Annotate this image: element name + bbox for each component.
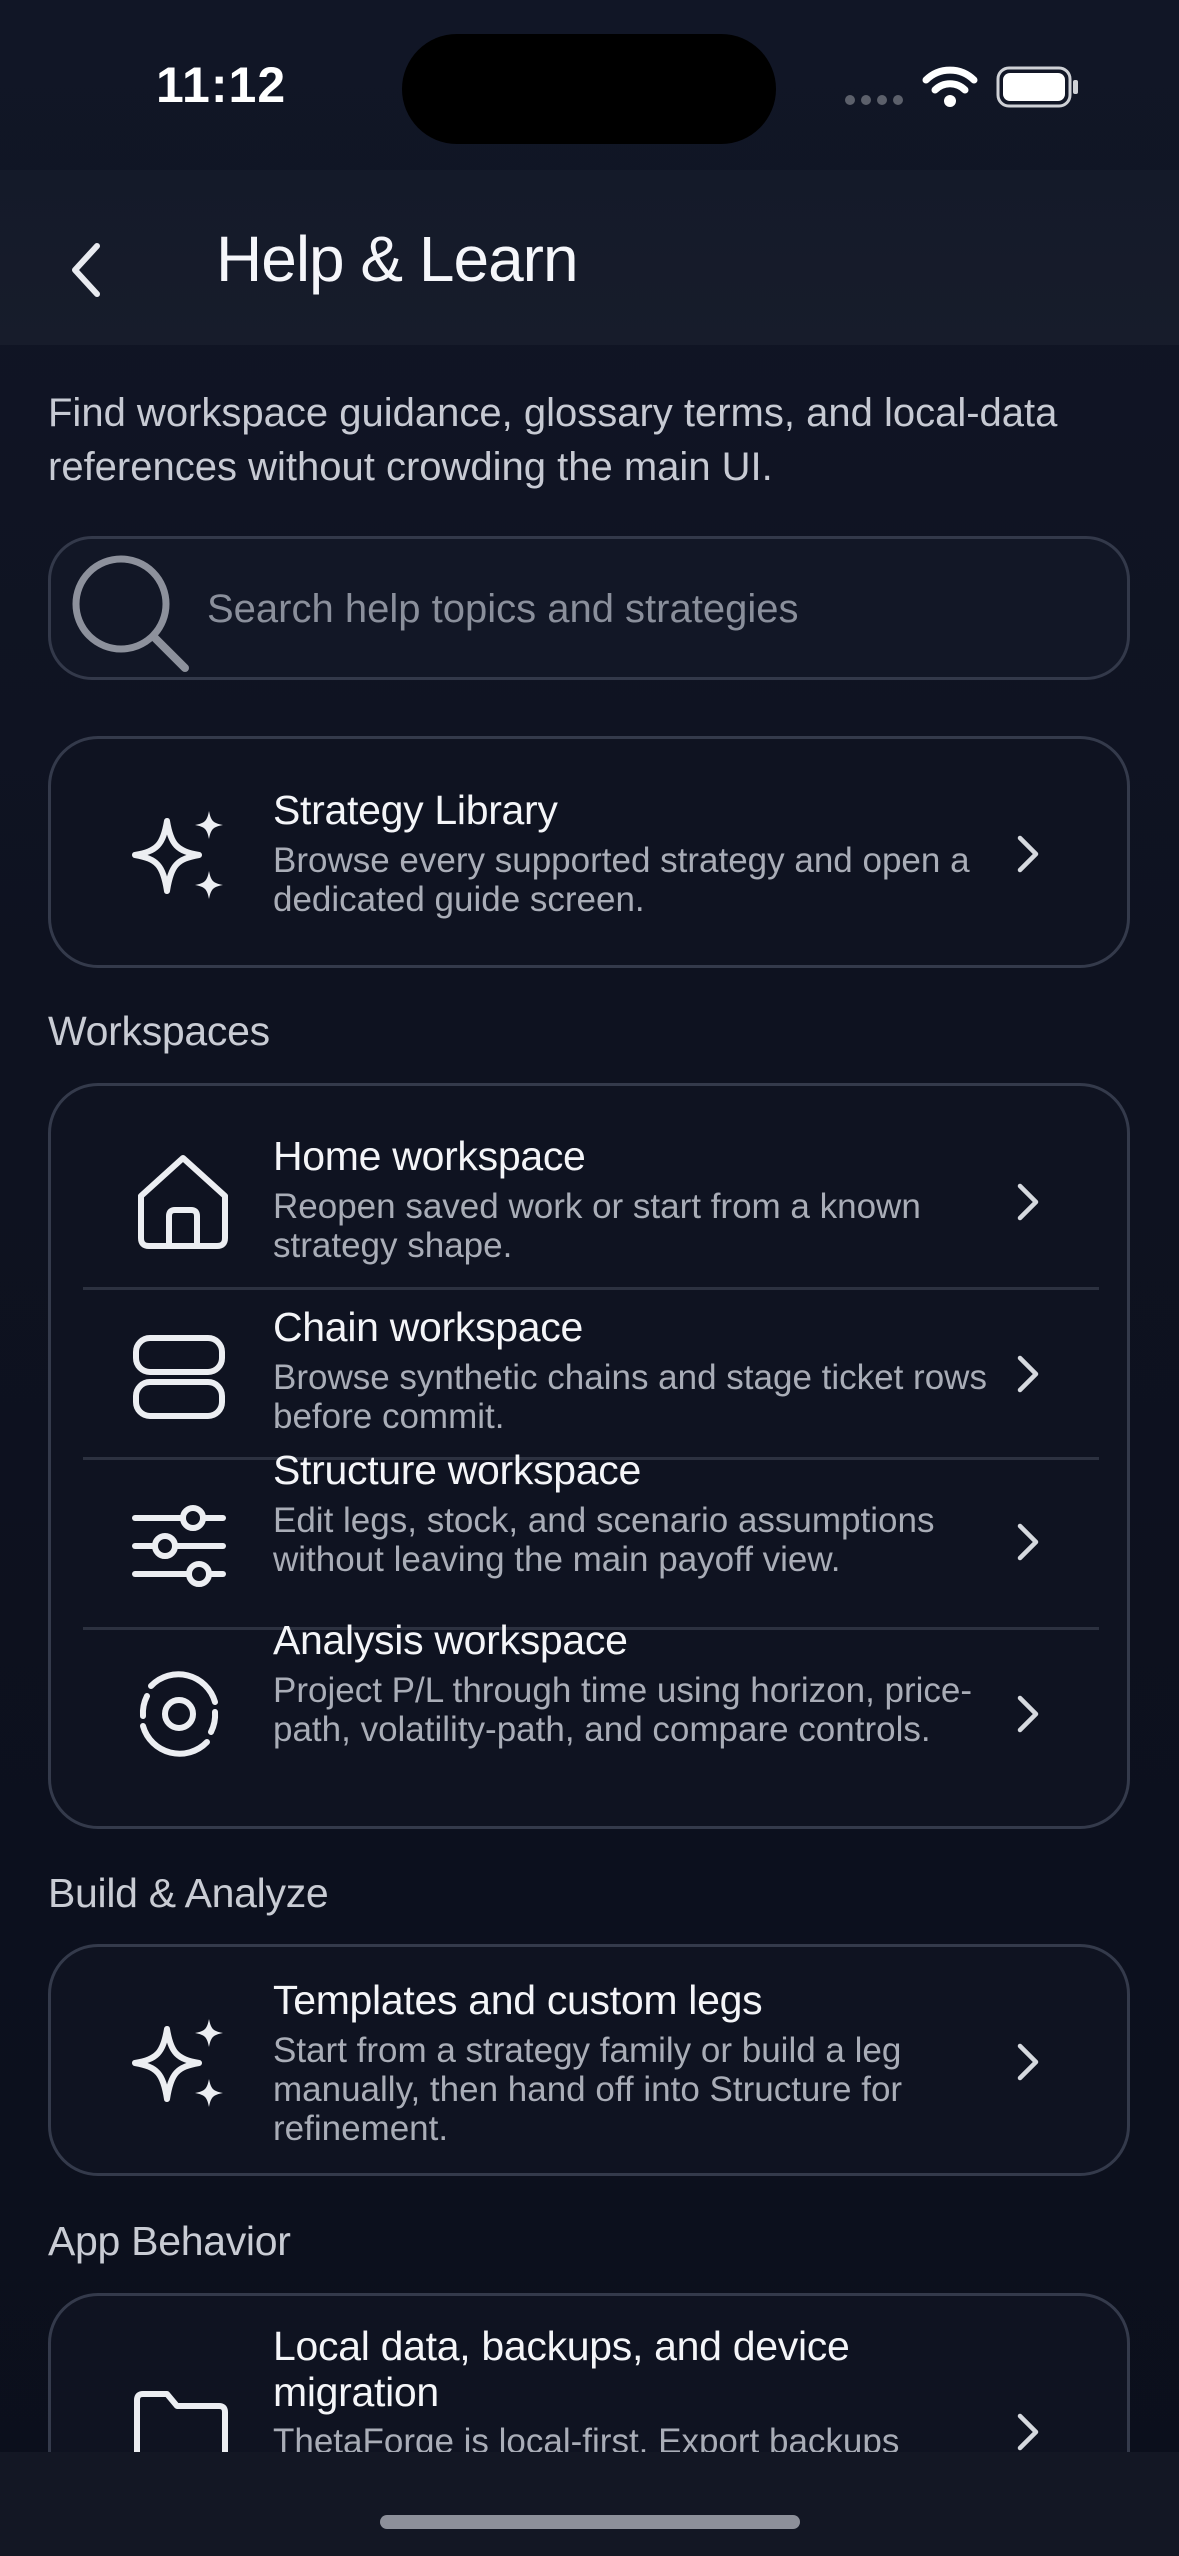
sparkles-icon [132, 2019, 223, 2107]
sparkles-icon [132, 811, 223, 899]
section-label-workspaces: Workspaces [48, 1008, 270, 1054]
sliders-icon [132, 1505, 226, 1587]
orbit-icon [139, 1671, 219, 1757]
chevron-right-icon [1017, 835, 1039, 873]
cellular-signal-icon [845, 95, 903, 105]
list-item-chain-workspace[interactable]: Chain workspace Browse synthetic chains … [51, 1290, 1127, 1457]
wifi-icon [922, 66, 978, 107]
structure-workspace-title: Structure workspace [273, 1447, 642, 1493]
page-title: Help & Learn [216, 223, 579, 295]
chevron-right-icon [1017, 2413, 1039, 2451]
local-data-title: Local data, backups, and device migratio… [273, 2323, 850, 2415]
status-time: 11:12 [156, 57, 287, 113]
analysis-workspace-title: Analysis workspace [273, 1617, 628, 1663]
section-label-app-behavior: App Behavior [48, 2218, 291, 2264]
chevron-right-icon [1017, 1523, 1039, 1561]
home-icon [138, 1155, 228, 1249]
templates-desc: Start from a strategy family or build a … [273, 2031, 903, 2148]
strategy-library-desc: Browse every supported strategy and open… [273, 841, 970, 919]
home-workspace-desc: Reopen saved work or start from a known … [273, 1187, 921, 1265]
chain-workspace-title: Chain workspace [273, 1304, 583, 1350]
section-label-build-analyze: Build & Analyze [48, 1870, 329, 1916]
chevron-right-icon [1017, 1183, 1039, 1221]
chevron-right-icon [1017, 1355, 1039, 1393]
list-item-home-workspace[interactable]: Home workspace Reopen saved work or star… [51, 1086, 1127, 1287]
chevron-right-icon [1017, 1695, 1039, 1733]
intro-text: Find workspace guidance, glossary terms,… [48, 391, 1058, 489]
search-field[interactable]: Search help topics and strategies [48, 536, 1130, 680]
strategy-library-title: Strategy Library [273, 787, 558, 833]
battery-icon [996, 66, 1078, 108]
chevron-right-icon [1017, 2043, 1039, 2081]
bottom-safe-area [0, 2452, 1179, 2556]
stack-icon [133, 1335, 225, 1419]
templates-custom-legs-card[interactable]: Templates and custom legs Start from a s… [48, 1944, 1130, 2176]
search-placeholder: Search help topics and strategies [207, 587, 799, 631]
list-item-structure-workspace[interactable]: Structure workspace Edit legs, stock, an… [51, 1447, 1127, 1627]
chevron-left-icon [72, 243, 100, 297]
analysis-workspace-desc: Project P/L through time using horizon, … [273, 1671, 973, 1749]
home-indicator[interactable] [380, 2515, 800, 2529]
chain-workspace-desc: Browse synthetic chains and stage ticket… [273, 1358, 987, 1436]
nav-header: Help & Learn [0, 170, 1179, 345]
templates-title: Templates and custom legs [273, 1977, 763, 2023]
status-bar: 11:12 [0, 0, 1179, 170]
search-icon [72, 555, 189, 672]
dynamic-island [402, 34, 776, 144]
structure-workspace-desc: Edit legs, stock, and scenario assumptio… [273, 1501, 935, 1579]
home-workspace-title: Home workspace [273, 1133, 586, 1179]
back-button[interactable] [56, 230, 116, 310]
workspaces-card: Home workspace Reopen saved work or star… [48, 1083, 1130, 1829]
list-item-analysis-workspace[interactable]: Analysis workspace Project P/L through t… [51, 1617, 1127, 1826]
strategy-library-card[interactable]: Strategy Library Browse every supported … [48, 736, 1130, 968]
